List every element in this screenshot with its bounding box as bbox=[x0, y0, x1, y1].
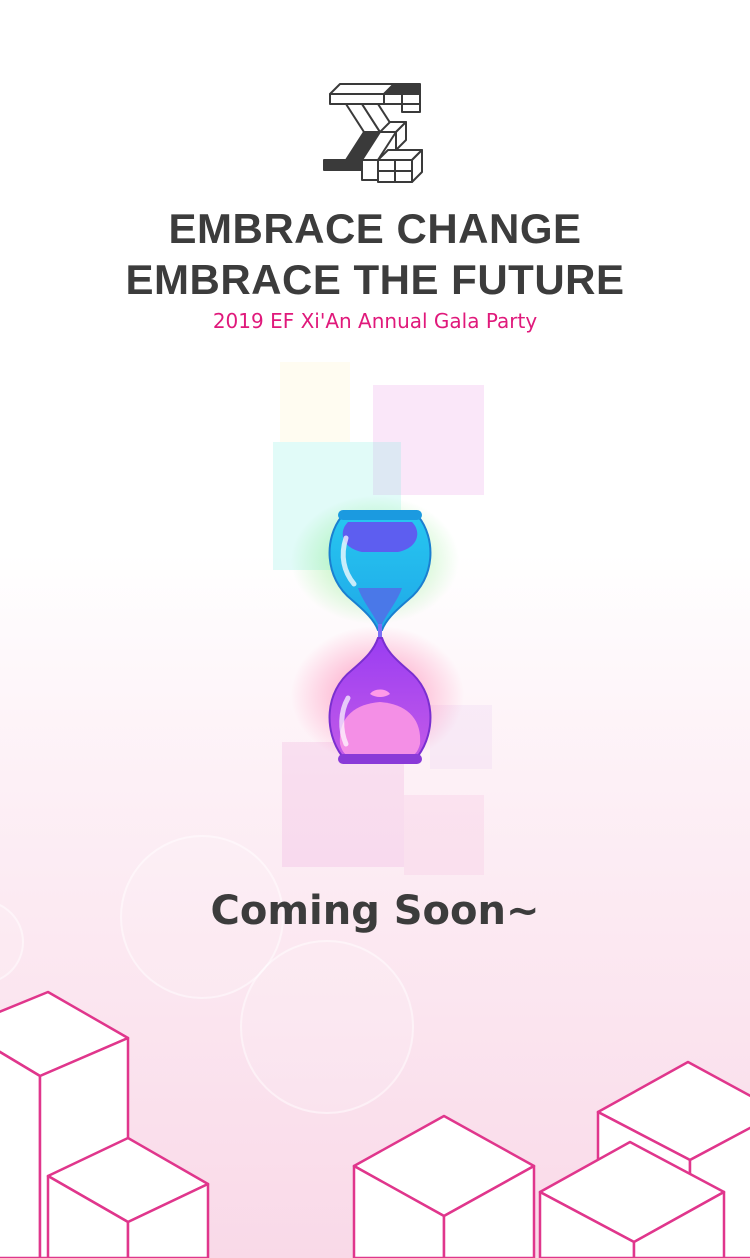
headline-line-1: EMBRACE CHANGE bbox=[168, 205, 582, 252]
isometric-cubes-decoration bbox=[0, 990, 750, 1258]
coming-soon-text: Coming Soon~ bbox=[210, 888, 540, 934]
page: EMBRACE CHANGE EMBRACE THE FUTURE 2019 E… bbox=[0, 0, 750, 1258]
decor-square bbox=[404, 795, 484, 875]
headline-line-2: EMBRACE THE FUTURE bbox=[125, 256, 625, 303]
decor-square bbox=[280, 362, 350, 442]
event-subtitle: 2019 EF Xi'An Annual Gala Party bbox=[212, 309, 538, 333]
hourglass-icon bbox=[328, 510, 432, 764]
stacked-cube-logo-icon bbox=[323, 83, 423, 183]
